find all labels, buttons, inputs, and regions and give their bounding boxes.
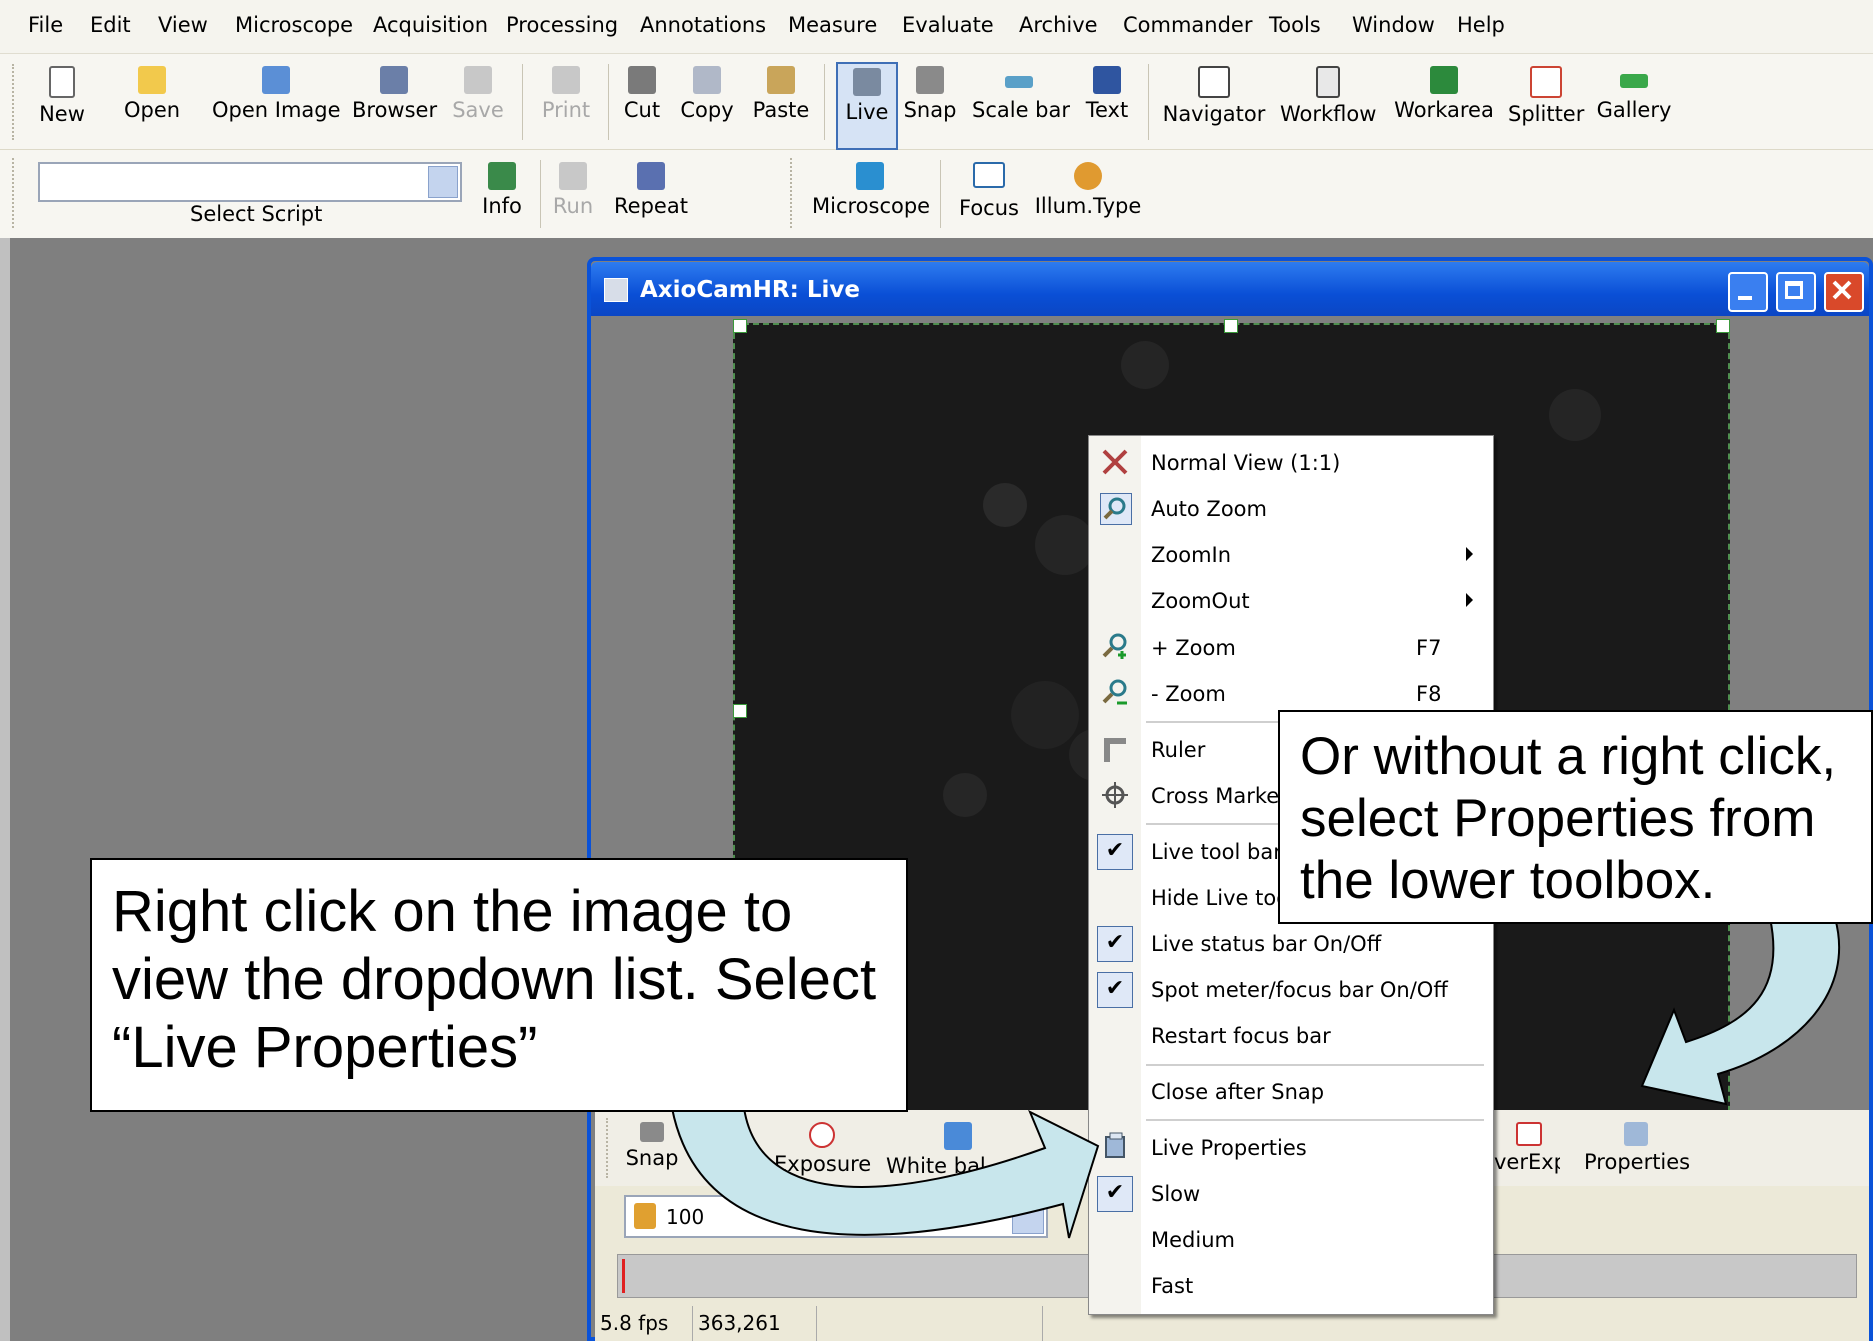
callout-properties: Or without a right click, select Propert… [1278, 710, 1873, 924]
callout-right-click: Right click on the image to view the dro… [90, 858, 908, 1112]
arrow-to-properties [1640, 917, 1841, 1106]
annotation-arrows [670, 917, 1841, 1239]
arrow-to-live-properties [670, 1107, 1100, 1239]
